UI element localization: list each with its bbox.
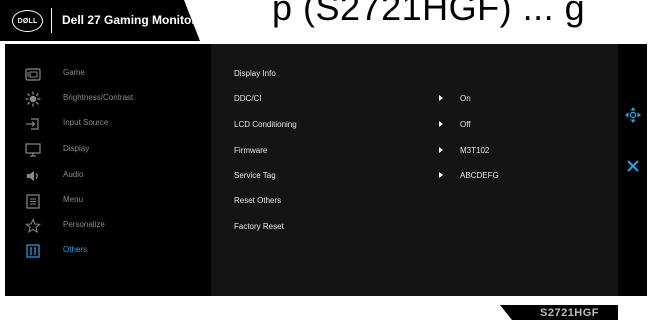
- setting-value: M3T102: [460, 146, 490, 155]
- menu-item-label: Audio: [63, 170, 84, 179]
- chevron-right-icon: [439, 121, 443, 127]
- menu-item-audio[interactable]: Audio: [5, 166, 211, 186]
- menu-icon: [25, 193, 41, 209]
- setting-row-service-tag[interactable]: Service Tag ABCDEFG: [211, 166, 618, 186]
- chevron-right-icon: [439, 172, 443, 178]
- setting-row-ddc-ci[interactable]: DDC/CI On: [211, 89, 618, 109]
- dell-logo-icon: DØLL: [12, 10, 43, 32]
- brightness-icon: [25, 91, 41, 107]
- setting-row-display-info[interactable]: Display Info: [211, 64, 618, 84]
- osd-title-tab: DØLL Dell 27 Gaming Monitor: [0, 0, 200, 41]
- setting-label: Reset Others: [234, 196, 282, 205]
- background-heading-text: p (S2721HGF) ... g: [272, 0, 586, 28]
- menu-item-label: Game: [63, 68, 85, 77]
- menu-item-label: Brightness/Contrast: [63, 93, 134, 102]
- setting-value: Off: [460, 120, 471, 129]
- menu-item-brightness-contrast[interactable]: Brightness/Contrast: [5, 89, 211, 109]
- setting-row-factory-reset[interactable]: Factory Reset: [211, 217, 618, 237]
- setting-label: Factory Reset: [234, 222, 284, 231]
- menu-item-personalize[interactable]: Personalize: [5, 216, 211, 236]
- audio-icon: [25, 168, 41, 184]
- model-tag: S2721HGF: [500, 305, 618, 320]
- dell-logo-text: DØLL: [17, 17, 38, 25]
- title-divider: [51, 8, 52, 33]
- model-number: S2721HGF: [540, 307, 600, 319]
- menu-item-label: Others: [63, 245, 88, 254]
- setting-label: LCD Conditioning: [234, 120, 297, 129]
- setting-label: Service Tag: [234, 171, 276, 180]
- input-source-icon: [25, 116, 41, 132]
- others-icon: [25, 243, 41, 259]
- menu-item-label: Menu: [63, 195, 84, 204]
- menu-item-display[interactable]: Display: [5, 140, 211, 160]
- setting-row-firmware[interactable]: Firmware M3T102: [211, 141, 618, 161]
- close-icon[interactable]: [623, 156, 643, 176]
- monitor-title: Dell 27 Gaming Monitor: [62, 13, 197, 27]
- setting-value: On: [460, 94, 471, 103]
- osd-panel: Game Brightness/Contrast Input Source Di…: [5, 44, 647, 296]
- menu-item-input-source[interactable]: Input Source: [5, 114, 211, 134]
- setting-label: Display Info: [234, 69, 276, 78]
- menu-item-label: Personalize: [63, 220, 105, 229]
- menu-item-label: Input Source: [63, 118, 109, 127]
- joystick-move-icon[interactable]: [623, 105, 643, 125]
- star-icon: [25, 218, 41, 234]
- chevron-right-icon: [439, 95, 443, 101]
- setting-label: Firmware: [234, 146, 268, 155]
- setting-row-reset-others[interactable]: Reset Others: [211, 191, 618, 211]
- navigation-bar: [618, 44, 647, 296]
- menu-item-game[interactable]: Game: [5, 64, 211, 84]
- display-icon: [25, 142, 41, 158]
- setting-label: DDC/CI: [234, 94, 262, 103]
- setting-value: ABCDEFG: [460, 171, 499, 180]
- others-submenu: Display Info DDC/CI On LCD Conditioning …: [211, 44, 618, 296]
- menu-item-menu[interactable]: Menu: [5, 191, 211, 211]
- menu-item-label: Display: [63, 144, 90, 153]
- chevron-right-icon: [439, 147, 443, 153]
- setting-row-lcd-conditioning[interactable]: LCD Conditioning Off: [211, 115, 618, 135]
- game-icon: [25, 66, 41, 82]
- main-menu: Game Brightness/Contrast Input Source Di…: [5, 44, 211, 296]
- menu-item-others[interactable]: Others: [5, 241, 211, 261]
